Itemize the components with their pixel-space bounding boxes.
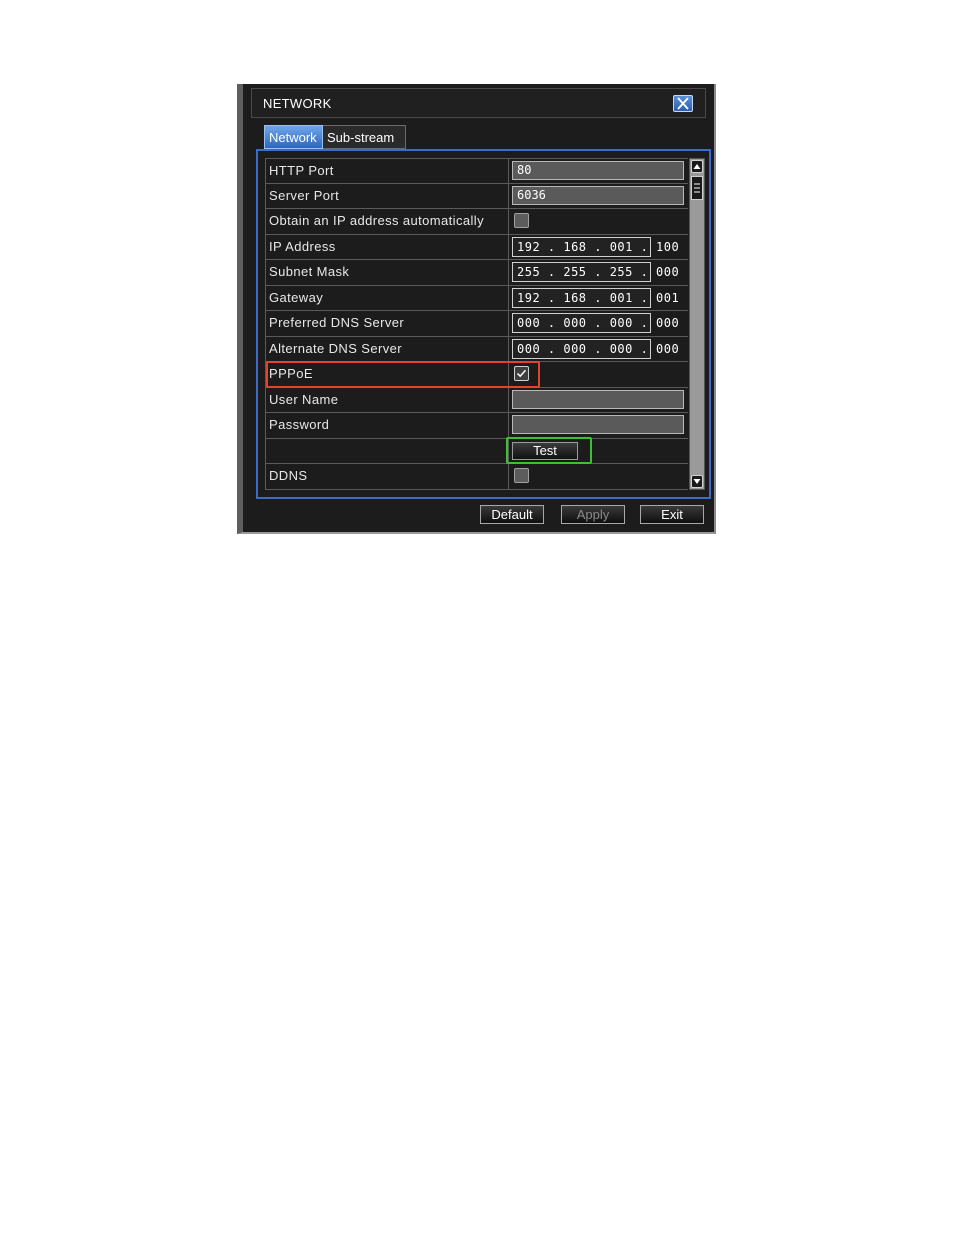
scroll-down-button[interactable] <box>691 475 703 488</box>
test-row-label <box>266 438 509 463</box>
row-ip-address: IP Address 192 . 168 . 001 . 100 <box>266 234 688 260</box>
row-obtain-ip: Obtain an IP address automatically <box>266 209 688 235</box>
scroll-up-button[interactable] <box>691 160 703 173</box>
http-port-label: HTTP Port <box>266 159 509 183</box>
tab-sub-stream[interactable]: Sub-stream <box>323 125 406 149</box>
alternate-dns-label: Alternate DNS Server <box>266 336 509 361</box>
vertical-scrollbar[interactable] <box>689 158 705 490</box>
ddns-label: DDNS <box>266 464 509 489</box>
alternate-dns-input[interactable]: 000 . 000 . 000 . 000 <box>512 338 679 359</box>
server-port-input[interactable]: 6036 <box>512 185 684 205</box>
ip-address-input[interactable]: 192 . 168 . 001 . 100 <box>512 236 679 257</box>
window-title: NETWORK <box>263 96 332 111</box>
row-subnet-mask: Subnet Mask 255 . 255 . 255 . 000 <box>266 260 688 286</box>
apply-button[interactable]: Apply <box>561 505 625 524</box>
ddns-checkbox[interactable] <box>514 468 529 483</box>
tab-network[interactable]: Network <box>264 125 323 149</box>
row-preferred-dns: Preferred DNS Server 000 . 000 . 000 . 0… <box>266 311 688 337</box>
exit-button[interactable]: Exit <box>640 505 704 524</box>
server-port-label: Server Port <box>266 183 509 208</box>
settings-grid: HTTP Port 80 Server Port 6036 Obtain an … <box>265 158 688 490</box>
close-button[interactable] <box>673 95 693 112</box>
obtain-ip-checkbox[interactable] <box>514 213 529 228</box>
row-gateway: Gateway 192 . 168 . 001 . 001 <box>266 285 688 311</box>
preferred-dns-input[interactable]: 000 . 000 . 000 . 000 <box>512 313 679 333</box>
title-bar: NETWORK <box>251 88 706 118</box>
test-highlight-box <box>506 437 592 464</box>
row-alternate-dns: Alternate DNS Server 000 . 000 . 000 . 0… <box>266 336 688 362</box>
user-name-label: User Name <box>266 387 509 412</box>
network-window: NETWORK Network Sub-stream HTTP Port 80 … <box>237 84 716 534</box>
row-user-name: User Name <box>266 387 688 413</box>
password-input[interactable] <box>512 415 684 434</box>
pppoe-highlight-box <box>266 361 540 388</box>
settings-panel: HTTP Port 80 Server Port 6036 Obtain an … <box>256 149 711 499</box>
default-button[interactable]: Default <box>480 505 544 524</box>
close-icon <box>677 97 689 110</box>
user-name-input[interactable] <box>512 389 684 409</box>
preferred-dns-label: Preferred DNS Server <box>266 311 509 336</box>
arrow-down-icon <box>693 479 701 484</box>
row-http-port: HTTP Port 80 <box>266 158 688 184</box>
row-server-port: Server Port 6036 <box>266 183 688 209</box>
obtain-ip-label: Obtain an IP address automatically <box>266 209 509 234</box>
row-ddns: DDNS <box>266 464 688 490</box>
grip-icon <box>694 183 700 193</box>
subnet-mask-input[interactable]: 255 . 255 . 255 . 000 <box>512 262 679 282</box>
row-test: Test <box>266 438 688 464</box>
ip-address-label: IP Address <box>266 234 509 259</box>
row-password: Password <box>266 413 688 439</box>
http-port-input[interactable]: 80 <box>512 161 684 180</box>
gateway-label: Gateway <box>266 285 509 310</box>
scroll-thumb[interactable] <box>691 176 703 200</box>
subnet-mask-label: Subnet Mask <box>266 260 509 285</box>
gateway-input[interactable]: 192 . 168 . 001 . 001 <box>512 287 679 308</box>
password-label: Password <box>266 413 509 438</box>
arrow-up-icon <box>693 164 701 169</box>
